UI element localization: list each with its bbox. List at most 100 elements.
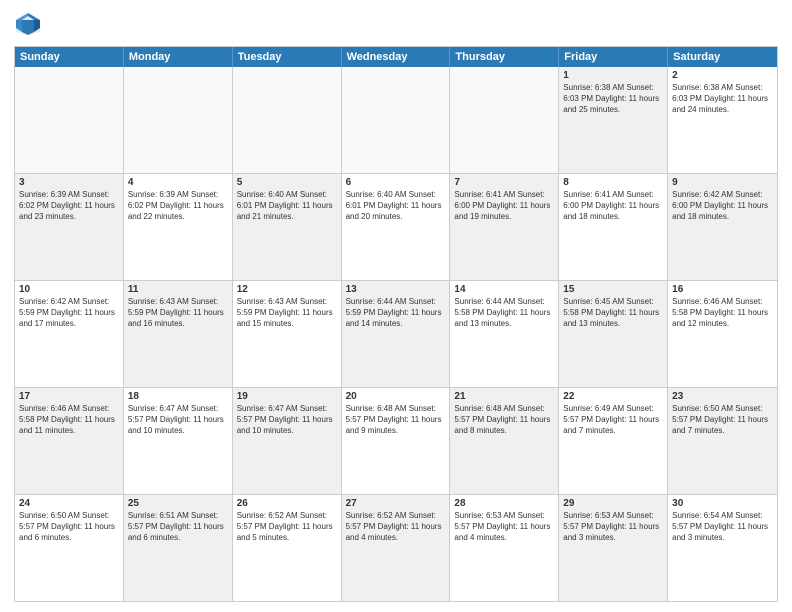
calendar-header-cell: Thursday	[450, 47, 559, 67]
cell-info: Sunrise: 6:39 AM Sunset: 6:02 PM Dayligh…	[19, 190, 119, 222]
cell-info: Sunrise: 6:46 AM Sunset: 5:58 PM Dayligh…	[19, 404, 119, 436]
day-number: 11	[128, 284, 228, 295]
cell-info: Sunrise: 6:41 AM Sunset: 6:00 PM Dayligh…	[454, 190, 554, 222]
day-number: 10	[19, 284, 119, 295]
calendar: SundayMondayTuesdayWednesdayThursdayFrid…	[14, 46, 778, 602]
calendar-cell: 22 Sunrise: 6:49 AM Sunset: 5:57 PM Dayli…	[559, 388, 668, 494]
calendar-cell: 5 Sunrise: 6:40 AM Sunset: 6:01 PM Daylig…	[233, 174, 342, 280]
calendar-cell: 13Sunrise: 6:44 AM Sunset: 5:59 PM Dayli…	[342, 281, 451, 387]
day-number: 15	[563, 284, 663, 295]
day-number: 29	[563, 498, 663, 509]
calendar-cell: 11 Sunrise: 6:43 AM Sunset: 5:59 PM Dayli…	[124, 281, 233, 387]
day-number: 9	[672, 177, 773, 188]
day-number: 27	[346, 498, 446, 509]
logo-icon	[14, 10, 42, 38]
cell-info: Sunrise: 6:46 AM Sunset: 5:58 PM Dayligh…	[672, 297, 773, 329]
calendar-cell: 1 Sunrise: 6:38 AM Sunset: 6:03 PM Daylig…	[559, 67, 668, 173]
day-number: 30	[672, 498, 773, 509]
cell-info: Sunrise: 6:52 AM Sunset: 5:57 PM Dayligh…	[237, 511, 337, 543]
day-number: 3	[19, 177, 119, 188]
cell-info: Sunrise: 6:42 AM Sunset: 5:59 PM Dayligh…	[19, 297, 119, 329]
calendar-row: 10 Sunrise: 6:42 AM Sunset: 5:59 PM Dayli…	[15, 280, 777, 387]
calendar-cell: 20 Sunrise: 6:48 AM Sunset: 5:57 PM Dayli…	[342, 388, 451, 494]
calendar-body: 1 Sunrise: 6:38 AM Sunset: 6:03 PM Daylig…	[15, 67, 777, 601]
calendar-header-cell: Wednesday	[342, 47, 451, 67]
day-number: 14	[454, 284, 554, 295]
calendar-header-cell: Tuesday	[233, 47, 342, 67]
day-number: 13	[346, 284, 446, 295]
calendar-cell: 23Sunrise: 6:50 AM Sunset: 5:57 PM Dayli…	[668, 388, 777, 494]
calendar-header-cell: Friday	[559, 47, 668, 67]
calendar-cell: 15 Sunrise: 6:45 AM Sunset: 5:58 PM Dayli…	[559, 281, 668, 387]
calendar-cell: 26Sunrise: 6:52 AM Sunset: 5:57 PM Dayli…	[233, 495, 342, 601]
cell-info: Sunrise: 6:38 AM Sunset: 6:03 PM Dayligh…	[672, 83, 773, 115]
calendar-row: 3 Sunrise: 6:39 AM Sunset: 6:02 PM Daylig…	[15, 173, 777, 280]
day-number: 28	[454, 498, 554, 509]
cell-info: Sunrise: 6:51 AM Sunset: 5:57 PM Dayligh…	[128, 511, 228, 543]
cell-info: Sunrise: 6:50 AM Sunset: 5:57 PM Dayligh…	[19, 511, 119, 543]
day-number: 25	[128, 498, 228, 509]
cell-info: Sunrise: 6:44 AM Sunset: 5:58 PM Dayligh…	[454, 297, 554, 329]
calendar-cell: 2 Sunrise: 6:38 AM Sunset: 6:03 PM Daylig…	[668, 67, 777, 173]
day-number: 8	[563, 177, 663, 188]
calendar-cell: 18 Sunrise: 6:47 AM Sunset: 5:57 PM Dayli…	[124, 388, 233, 494]
day-number: 2	[672, 70, 773, 81]
calendar-cell: 17 Sunrise: 6:46 AM Sunset: 5:58 PM Dayli…	[15, 388, 124, 494]
cell-info: Sunrise: 6:45 AM Sunset: 5:58 PM Dayligh…	[563, 297, 663, 329]
calendar-cell: 19 Sunrise: 6:47 AM Sunset: 5:57 PM Dayli…	[233, 388, 342, 494]
calendar-header-cell: Monday	[124, 47, 233, 67]
cell-info: Sunrise: 6:40 AM Sunset: 6:01 PM Dayligh…	[346, 190, 446, 222]
cell-info: Sunrise: 6:53 AM Sunset: 5:57 PM Dayligh…	[454, 511, 554, 543]
calendar-row: 17 Sunrise: 6:46 AM Sunset: 5:58 PM Dayli…	[15, 387, 777, 494]
calendar-header-cell: Saturday	[668, 47, 777, 67]
calendar-row: 24Sunrise: 6:50 AM Sunset: 5:57 PM Dayli…	[15, 494, 777, 601]
logo	[14, 10, 46, 38]
day-number: 20	[346, 391, 446, 402]
day-number: 6	[346, 177, 446, 188]
cell-info: Sunrise: 6:48 AM Sunset: 5:57 PM Dayligh…	[454, 404, 554, 436]
calendar-cell: 6 Sunrise: 6:40 AM Sunset: 6:01 PM Daylig…	[342, 174, 451, 280]
header	[14, 10, 778, 38]
day-number: 1	[563, 70, 663, 81]
cell-info: Sunrise: 6:39 AM Sunset: 6:02 PM Dayligh…	[128, 190, 228, 222]
calendar-cell: 30 Sunrise: 6:54 AM Sunset: 5:57 PM Dayli…	[668, 495, 777, 601]
cell-info: Sunrise: 6:43 AM Sunset: 5:59 PM Dayligh…	[128, 297, 228, 329]
calendar-cell: 9 Sunrise: 6:42 AM Sunset: 6:00 PM Daylig…	[668, 174, 777, 280]
calendar-cell: 25 Sunrise: 6:51 AM Sunset: 5:57 PM Dayli…	[124, 495, 233, 601]
day-number: 22	[563, 391, 663, 402]
cell-info: Sunrise: 6:54 AM Sunset: 5:57 PM Dayligh…	[672, 511, 773, 543]
calendar-cell: 21 Sunrise: 6:48 AM Sunset: 5:57 PM Dayli…	[450, 388, 559, 494]
cell-info: Sunrise: 6:48 AM Sunset: 5:57 PM Dayligh…	[346, 404, 446, 436]
cell-info: Sunrise: 6:40 AM Sunset: 6:01 PM Dayligh…	[237, 190, 337, 222]
calendar-header-row: SundayMondayTuesdayWednesdayThursdayFrid…	[15, 47, 777, 67]
calendar-cell: 16Sunrise: 6:46 AM Sunset: 5:58 PM Dayli…	[668, 281, 777, 387]
cell-info: Sunrise: 6:49 AM Sunset: 5:57 PM Dayligh…	[563, 404, 663, 436]
calendar-cell: 8Sunrise: 6:41 AM Sunset: 6:00 PM Daylig…	[559, 174, 668, 280]
calendar-cell	[124, 67, 233, 173]
day-number: 19	[237, 391, 337, 402]
calendar-cell: 28 Sunrise: 6:53 AM Sunset: 5:57 PM Dayli…	[450, 495, 559, 601]
cell-info: Sunrise: 6:50 AM Sunset: 5:57 PM Dayligh…	[672, 404, 773, 436]
calendar-cell: 10 Sunrise: 6:42 AM Sunset: 5:59 PM Dayli…	[15, 281, 124, 387]
day-number: 18	[128, 391, 228, 402]
calendar-cell: 12Sunrise: 6:43 AM Sunset: 5:59 PM Dayli…	[233, 281, 342, 387]
day-number: 21	[454, 391, 554, 402]
day-number: 5	[237, 177, 337, 188]
day-number: 17	[19, 391, 119, 402]
day-number: 7	[454, 177, 554, 188]
cell-info: Sunrise: 6:47 AM Sunset: 5:57 PM Dayligh…	[128, 404, 228, 436]
calendar-cell: 4 Sunrise: 6:39 AM Sunset: 6:02 PM Daylig…	[124, 174, 233, 280]
calendar-cell: 3 Sunrise: 6:39 AM Sunset: 6:02 PM Daylig…	[15, 174, 124, 280]
cell-info: Sunrise: 6:38 AM Sunset: 6:03 PM Dayligh…	[563, 83, 663, 115]
cell-info: Sunrise: 6:52 AM Sunset: 5:57 PM Dayligh…	[346, 511, 446, 543]
day-number: 4	[128, 177, 228, 188]
calendar-cell: 7 Sunrise: 6:41 AM Sunset: 6:00 PM Daylig…	[450, 174, 559, 280]
calendar-row: 1 Sunrise: 6:38 AM Sunset: 6:03 PM Daylig…	[15, 67, 777, 173]
cell-info: Sunrise: 6:42 AM Sunset: 6:00 PM Dayligh…	[672, 190, 773, 222]
calendar-cell: 27 Sunrise: 6:52 AM Sunset: 5:57 PM Dayli…	[342, 495, 451, 601]
calendar-header-cell: Sunday	[15, 47, 124, 67]
cell-info: Sunrise: 6:47 AM Sunset: 5:57 PM Dayligh…	[237, 404, 337, 436]
calendar-cell	[233, 67, 342, 173]
day-number: 12	[237, 284, 337, 295]
calendar-cell	[342, 67, 451, 173]
